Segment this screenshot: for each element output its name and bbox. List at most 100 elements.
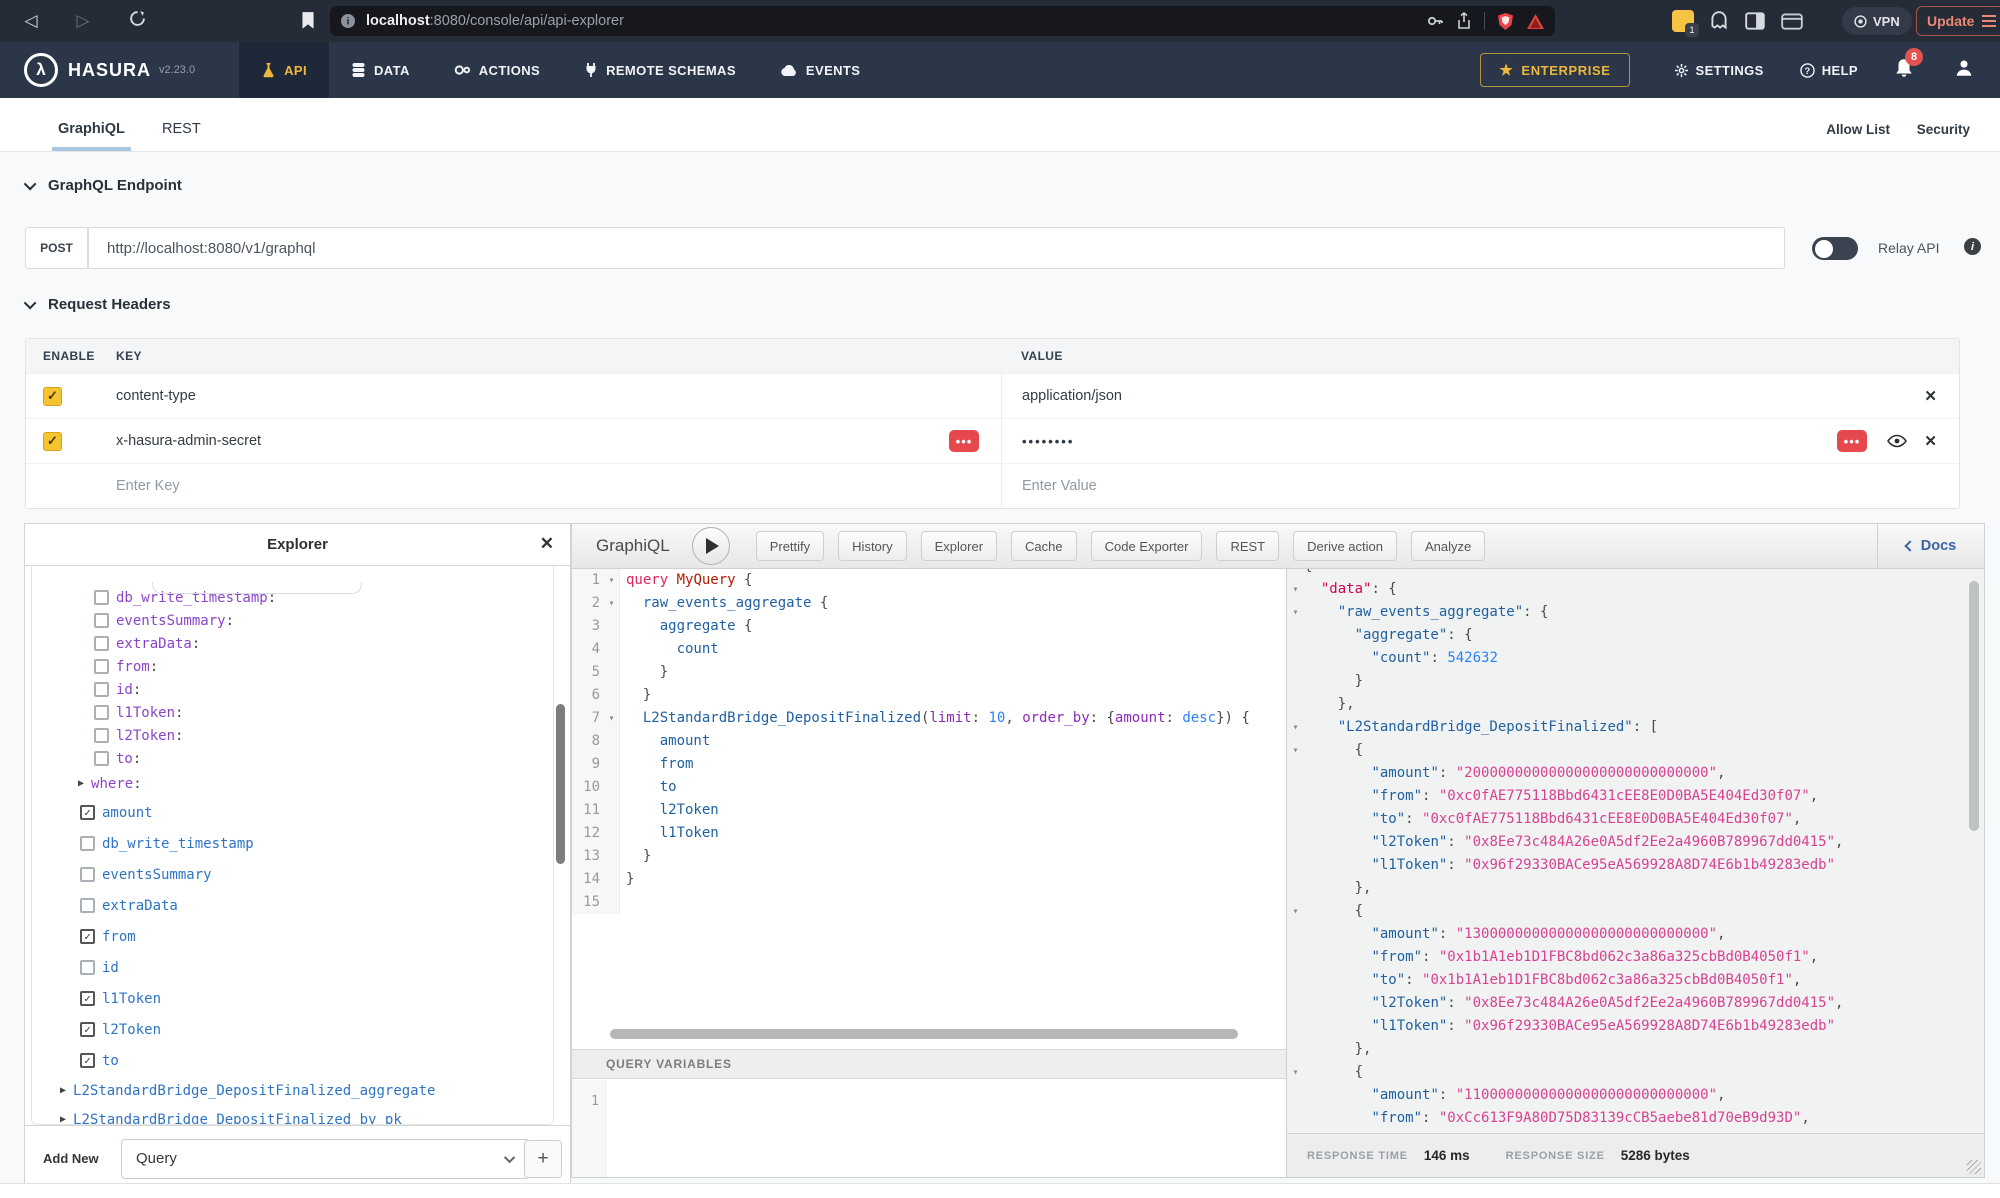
expand-arrow-icon[interactable]: ▶ xyxy=(78,778,84,789)
explorer-row-to[interactable]: to: xyxy=(32,747,553,770)
address-bar[interactable]: i localhost:8080/console/api/api-explore… xyxy=(330,6,1555,36)
query-editor-pane[interactable]: 1▾query MyQuery {2▾ raw_events_aggregate… xyxy=(572,569,1286,1177)
graphiql-analyze-button[interactable]: Analyze xyxy=(1411,531,1485,561)
editor-horizontal-scrollbar[interactable] xyxy=(610,1029,1238,1039)
endpoint-url-input[interactable]: http://localhost:8080/v1/graphql xyxy=(88,227,1785,269)
field-checkbox[interactable] xyxy=(94,751,109,766)
browser-update-button[interactable]: Update xyxy=(1916,6,2000,36)
explorer-row-l2Token[interactable]: ✓l2Token xyxy=(32,1014,553,1045)
request-headers-section-header[interactable]: Request Headers xyxy=(27,296,171,313)
explorer-row-to[interactable]: ✓to xyxy=(32,1045,553,1076)
execute-query-button[interactable] xyxy=(692,527,730,565)
new-header-value-input[interactable]: Enter Value xyxy=(1022,478,1097,494)
graphiql-prettify-button[interactable]: Prettify xyxy=(756,531,824,561)
fold-arrow-icon[interactable]: ▾ xyxy=(1287,900,1304,923)
tab-rest[interactable]: REST xyxy=(162,107,201,151)
expand-arrow-icon[interactable]: ▶ xyxy=(60,1085,66,1096)
browser-reload-icon[interactable] xyxy=(120,10,154,32)
notifications-button[interactable]: 8 xyxy=(1894,57,1914,84)
warning-triangle-icon[interactable] xyxy=(1526,13,1545,30)
relay-info-icon[interactable]: i xyxy=(1964,238,1981,255)
eye-icon[interactable] xyxy=(1887,434,1907,448)
explorer-row-L2StandardBridge_DepositFinalized_aggregate[interactable]: ▶L2StandardBridge_DepositFinalized_aggre… xyxy=(32,1076,553,1105)
fold-arrow-icon[interactable]: ▾ xyxy=(1287,578,1304,601)
enable-checkbox[interactable]: ✓ xyxy=(43,432,62,451)
response-viewer[interactable]: {▾ "data": {▾ "raw_events_aggregate": { … xyxy=(1287,569,1964,1130)
new-header-key-input[interactable]: Enter Key xyxy=(116,478,180,494)
field-checkbox[interactable]: ✓ xyxy=(80,1053,95,1068)
explorer-field-tree[interactable]: db_write_timestamp:eventsSummary:extraDa… xyxy=(31,566,554,1125)
close-icon[interactable]: ✕ xyxy=(540,534,554,554)
explorer-row-extraData[interactable]: extraData xyxy=(32,890,553,921)
enable-checkbox[interactable]: ✓ xyxy=(43,387,62,406)
field-checkbox[interactable]: ✓ xyxy=(80,929,95,944)
reveal-secret-pill-icon[interactable]: ••• xyxy=(949,430,979,452)
explorer-row-amount[interactable]: ✓amount xyxy=(32,797,553,828)
graphiql-code-exporter-button[interactable]: Code Exporter xyxy=(1091,531,1203,561)
extension-icon-ghost[interactable] xyxy=(1708,10,1730,32)
field-checkbox[interactable] xyxy=(94,728,109,743)
hasura-logo-group[interactable]: λ HASURA v2.23.0 xyxy=(24,53,195,87)
fold-arrow-icon[interactable]: ▾ xyxy=(604,707,620,730)
security-link[interactable]: Security xyxy=(1917,107,1970,151)
fold-arrow-icon[interactable]: ▾ xyxy=(604,569,620,592)
nav-item-actions[interactable]: ACTIONS xyxy=(432,42,562,98)
explorer-row-extraData[interactable]: extraData: xyxy=(32,632,553,655)
response-scrollbar-thumb[interactable] xyxy=(1969,581,1979,831)
query-editor[interactable]: 1▾query MyQuery {2▾ raw_events_aggregate… xyxy=(572,569,1286,1024)
allow-list-link[interactable]: Allow List xyxy=(1826,107,1890,151)
header-key-input[interactable]: x-hasura-admin-secret xyxy=(116,433,261,449)
extension-icon-notes[interactable]: 1 xyxy=(1672,10,1694,32)
extension-icon-sidebar[interactable] xyxy=(1744,10,1766,32)
share-icon[interactable] xyxy=(1456,12,1472,30)
graphql-endpoint-section-header[interactable]: GraphQL Endpoint xyxy=(27,177,182,194)
brave-shield-icon[interactable] xyxy=(1497,12,1514,31)
remove-header-icon[interactable]: ✕ xyxy=(1924,432,1937,450)
query-variables-editor[interactable]: 1 xyxy=(572,1080,1286,1177)
explorer-row-id[interactable]: id: xyxy=(32,678,553,701)
graphiql-explorer-button[interactable]: Explorer xyxy=(921,531,997,561)
fold-arrow-icon[interactable]: ▾ xyxy=(1287,1061,1304,1084)
enterprise-button[interactable]: ★ ENTERPRISE xyxy=(1480,53,1629,87)
explorer-row-db_write_timestamp[interactable]: db_write_timestamp xyxy=(32,828,553,859)
explorer-row-l1Token[interactable]: l1Token: xyxy=(32,701,553,724)
nav-item-remote-schemas[interactable]: REMOTE SCHEMAS xyxy=(562,42,758,98)
tab-graphiql[interactable]: GraphiQL xyxy=(58,107,125,151)
password-key-icon[interactable] xyxy=(1426,12,1444,30)
relay-api-toggle[interactable] xyxy=(1812,237,1858,260)
field-checkbox[interactable] xyxy=(80,898,95,913)
browser-back-icon[interactable]: ◁ xyxy=(14,11,48,31)
field-checkbox[interactable] xyxy=(94,636,109,651)
field-checkbox[interactable] xyxy=(80,867,95,882)
resize-handle[interactable] xyxy=(1967,1160,1981,1174)
field-checkbox[interactable]: ✓ xyxy=(80,805,95,820)
explorer-row-eventsSummary[interactable]: eventsSummary xyxy=(32,859,553,890)
user-menu-button[interactable] xyxy=(1954,58,1974,83)
explorer-row-eventsSummary[interactable]: eventsSummary: xyxy=(32,609,553,632)
add-new-type-select[interactable]: Query xyxy=(121,1139,530,1179)
expand-arrow-icon[interactable]: ▶ xyxy=(60,1114,66,1125)
nav-item-events[interactable]: EVENTS xyxy=(758,42,882,98)
field-checkbox[interactable] xyxy=(94,705,109,720)
nav-item-data[interactable]: DATA xyxy=(329,42,432,98)
explorer-row-from[interactable]: ✓from xyxy=(32,921,553,952)
graphiql-derive-action-button[interactable]: Derive action xyxy=(1293,531,1397,561)
explorer-row-l2Token[interactable]: l2Token: xyxy=(32,724,553,747)
field-checkbox[interactable] xyxy=(94,682,109,697)
site-info-icon[interactable]: i xyxy=(340,13,356,29)
help-button[interactable]: ? HELP xyxy=(1800,63,1858,78)
graphiql-cache-button[interactable]: Cache xyxy=(1011,531,1077,561)
reveal-secret-pill-icon[interactable]: ••• xyxy=(1837,430,1867,452)
explorer-scrollbar-thumb[interactable] xyxy=(556,704,565,864)
remove-header-icon[interactable]: ✕ xyxy=(1924,387,1937,405)
fold-arrow-icon[interactable]: ▾ xyxy=(604,592,620,615)
docs-button[interactable]: Docs xyxy=(1877,524,1984,568)
vpn-button[interactable]: VPN xyxy=(1842,7,1912,35)
explorer-row-l1Token[interactable]: ✓l1Token xyxy=(32,983,553,1014)
explorer-row-where[interactable]: ▶where: xyxy=(32,770,553,797)
explorer-row-id[interactable]: id xyxy=(32,952,553,983)
header-key-input[interactable]: content-type xyxy=(116,388,196,404)
field-checkbox[interactable] xyxy=(94,659,109,674)
browser-forward-icon[interactable]: ▷ xyxy=(66,11,100,31)
explorer-row-from[interactable]: from: xyxy=(32,655,553,678)
